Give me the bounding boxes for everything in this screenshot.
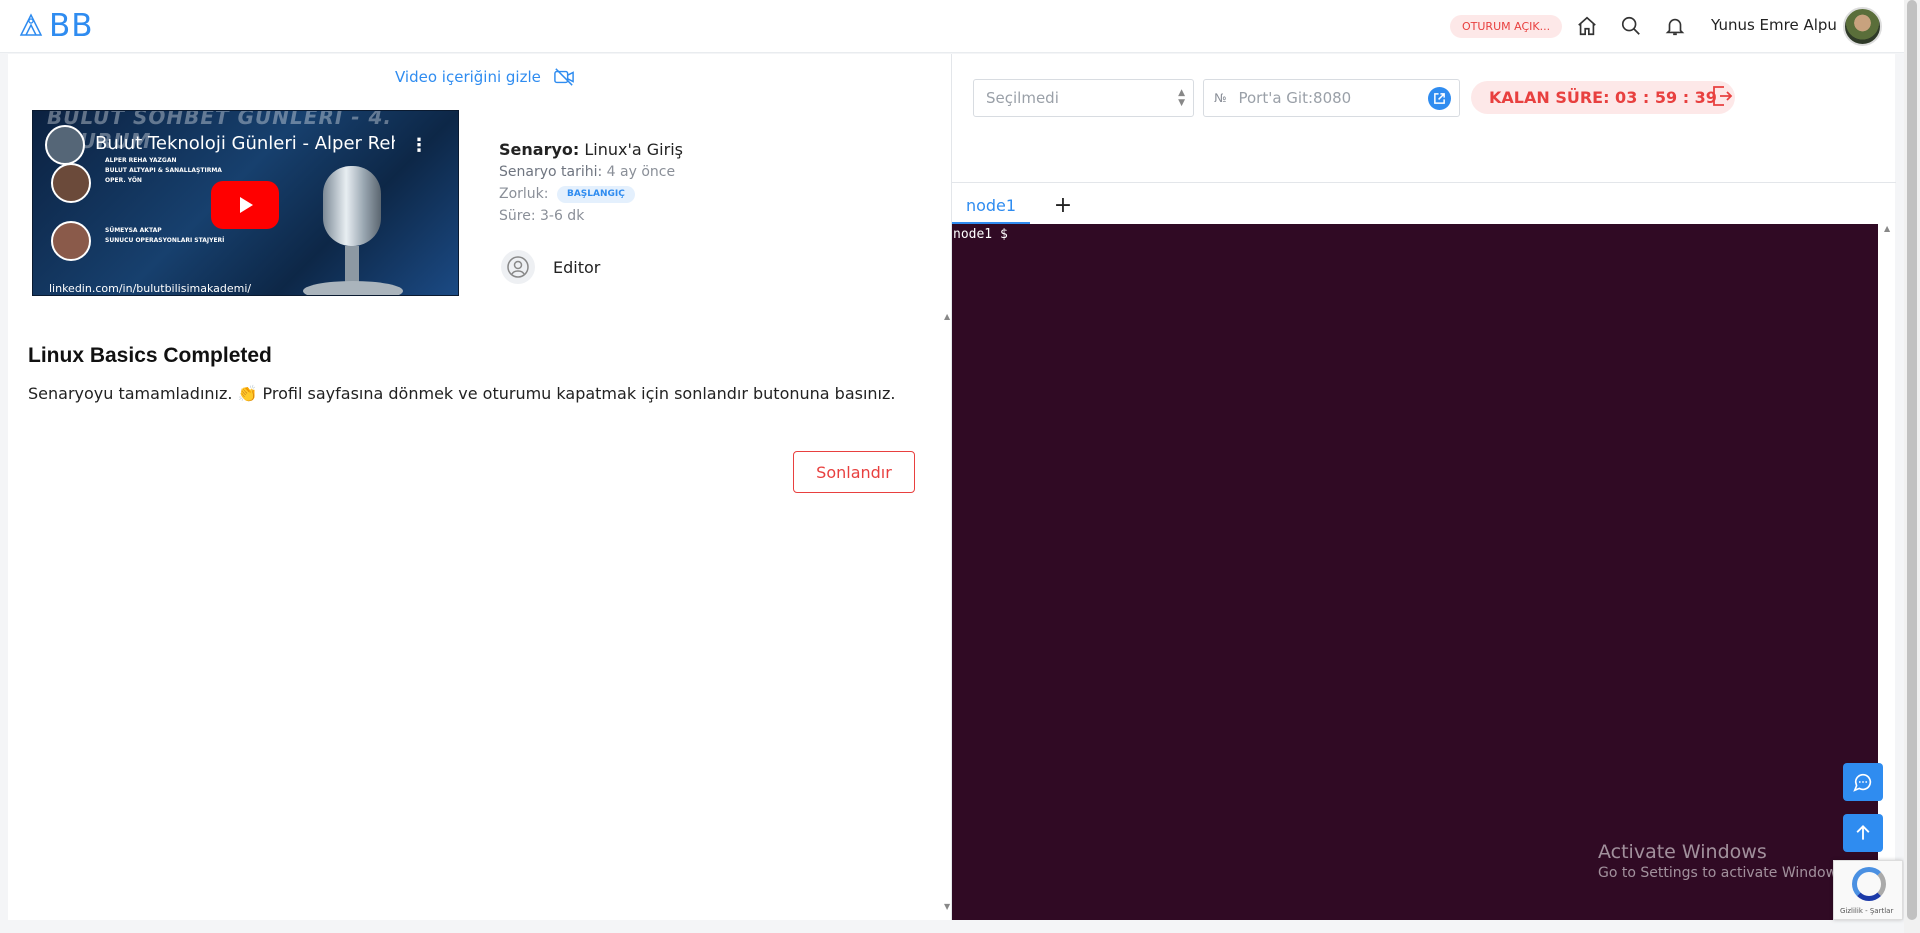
home-icon[interactable] [1574,13,1600,39]
search-icon[interactable] [1618,13,1644,39]
activate-sub: Go to Settings to activate Windows. [1598,865,1849,881]
finish-button[interactable]: Sonlandır [793,451,915,493]
port-field: № [1203,79,1460,117]
video-player[interactable]: BULUT SOHBET GÜNLERİ - 4. OTURUM Bulut T… [32,110,459,296]
difficulty-row: Zorluk: BAŞLANGIÇ [499,183,683,205]
add-tab-button[interactable]: + [1048,188,1078,224]
scenario-date-label: Senaryo tarihi: [499,164,603,180]
scroll-top-button[interactable] [1843,814,1883,852]
terminal-scrollbar[interactable]: ▲ [1882,224,1894,920]
chat-icon [1853,773,1872,792]
hide-video-toggle[interactable]: Video içeriğini gizle [395,67,575,87]
logo-text: BB [49,8,94,44]
hide-video-label: Video içeriğini gizle [395,68,541,86]
presenter-role: BULUT ALTYAPI & SANALLAŞTIRMA [105,167,222,174]
terminal-panel: Seçilmedi ▲▼ № KALAN SÜRE: 03 : 59 : 39 … [951,54,1896,920]
terminal[interactable]: node1 $ [952,224,1878,920]
user-circle-icon [501,250,535,284]
recaptcha-text[interactable]: Gizlilik - Şartlar [1840,907,1893,915]
difficulty-label: Zorluk: [499,186,549,202]
activate-title: Activate Windows [1598,841,1767,863]
environment-select[interactable]: Seçilmedi ▲ ▼ [973,79,1194,117]
scenario-date-value: 4 ay önce [606,164,676,180]
exit-icon[interactable] [1710,84,1736,110]
play-icon[interactable] [211,181,279,229]
tabs-divider [952,182,1896,183]
presenter-role: SUNUCU OPERASYONLARI STAJYERİ [105,237,225,244]
microphone-base [303,281,403,295]
scenario-name-row: Senaryo: Linux'a Giriş [499,139,683,161]
scenario-date-row: Senaryo tarihi: 4 ay önce [499,161,683,183]
microphone-image [323,166,381,246]
completed-text: Senaryoyu tamamladınız. 👏 Profil sayfası… [28,384,896,403]
port-input[interactable] [1238,89,1419,107]
cloud-mountain-icon [19,13,43,36]
video-link-text: linkedin.com/in/bulutbilisimakademi/ [49,282,252,295]
more-options-icon[interactable]: ⋮ [410,135,428,156]
page-scrollbar-thumb[interactable] [1907,0,1917,920]
channel-avatar[interactable] [45,125,85,165]
top-header: BB OTURUM AÇIK... Yunus Emre Alpu [0,0,1904,53]
microphone-stand [345,246,359,286]
chat-button[interactable] [1843,763,1883,801]
open-port-icon[interactable] [1428,87,1451,110]
duration-text: Süre: 3-6 dk [499,208,585,224]
editor-label: Editor [553,257,601,277]
presenter-name: SÜMEYSA AKTAP [105,227,162,234]
recaptcha-badge[interactable]: Gizlilik - Şartlar [1833,860,1903,920]
completed-title: Linux Basics Completed [28,344,272,367]
logo[interactable]: BB [16,8,94,44]
presenter-photo [51,221,91,261]
scenario-name: Linux'a Giriş [584,140,683,159]
avatar[interactable] [1843,7,1882,46]
bell-icon[interactable] [1662,13,1688,39]
tab-node1[interactable]: node1 [952,188,1030,224]
arrow-up-icon [1856,825,1870,840]
page-scrollbar[interactable] [1904,0,1920,933]
scroll-up-icon[interactable]: ▲ [944,312,950,321]
difficulty-badge: BAŞLANGIÇ [556,185,635,203]
scroll-down-icon[interactable]: ▼ [944,902,950,911]
port-prefix: № [1214,91,1227,105]
windows-activation-watermark: Activate Windows Go to Settings to activ… [1598,841,1849,881]
scroll-up-icon[interactable]: ▲ [1884,224,1890,233]
select-caret-icon: ▲ ▼ [1178,88,1185,108]
editor-row[interactable]: Editor [501,250,600,284]
remaining-time: KALAN SÜRE: 03 : 59 : 39 [1471,81,1735,114]
scenario-label: Senaryo: [499,140,580,159]
terminal-prompt: node1 $ [953,227,1008,242]
presenter-role: OPER. YÖN [105,177,142,184]
video-off-icon [554,68,574,86]
scenario-panel: Video içeriğini gizle BULUT SOHBET GÜNLE… [8,54,952,920]
recaptcha-icon [1852,867,1886,901]
presenter-photo [51,163,91,203]
select-value: Seçilmedi [986,89,1059,107]
video-title[interactable]: Bulut Teknoloji Günleri - Alper Reha ... [95,133,395,154]
scenario-info: Senaryo: Linux'a Giriş Senaryo tarihi: 4… [499,139,683,227]
user-name[interactable]: Yunus Emre Alpu [1711,16,1837,34]
presenter-name: ALPER REHA YAZGAN [105,157,177,164]
session-status-badge[interactable]: OTURUM AÇIK... [1450,15,1563,38]
